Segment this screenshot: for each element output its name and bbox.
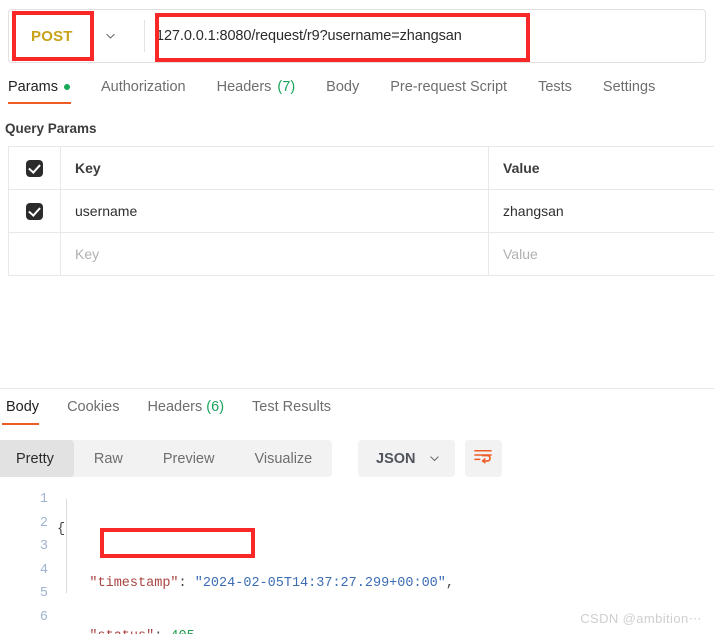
view-mode-raw[interactable]: Raw bbox=[74, 440, 143, 477]
param-value-input-empty[interactable]: Value bbox=[489, 233, 714, 275]
tab-headers-count: (7) bbox=[277, 79, 296, 95]
tab-settings-label: Settings bbox=[602, 79, 656, 95]
chevron-down-icon[interactable] bbox=[104, 30, 117, 43]
response-format-select[interactable]: JSON bbox=[358, 440, 455, 477]
param-key-input-empty[interactable]: Key bbox=[61, 233, 489, 275]
column-header-value: Value bbox=[503, 160, 540, 176]
json-value-timestamp: "2024-02-05T14:37:27.299+00:00" bbox=[194, 575, 446, 591]
json-key-timestamp: "timestamp" bbox=[89, 575, 179, 591]
tab-params-label: Params bbox=[8, 79, 58, 95]
view-mode-preview-label: Preview bbox=[162, 450, 215, 467]
code-content: { "timestamp": "2024-02-05T14:37:27.299+… bbox=[57, 488, 454, 634]
response-tab-bar: Body Cookies Headers (6) Test Results bbox=[0, 396, 345, 425]
comma: , bbox=[445, 575, 454, 591]
view-mode-pretty-label: Pretty bbox=[16, 450, 54, 467]
view-mode-raw-label: Raw bbox=[93, 450, 123, 467]
view-mode-visualize-label: Visualize bbox=[254, 450, 313, 467]
view-mode-visualize[interactable]: Visualize bbox=[234, 440, 332, 477]
tab-body-label: Body bbox=[326, 79, 360, 95]
query-params-table: Key Value username zhangsan Key Value bbox=[8, 146, 714, 276]
tab-response-cookies-label: Cookies bbox=[67, 399, 120, 415]
line-number: 1 bbox=[39, 492, 48, 507]
checkbox-checked-icon[interactable] bbox=[26, 202, 43, 220]
colon: : bbox=[178, 575, 195, 591]
chevron-down-icon[interactable] bbox=[428, 452, 441, 465]
wrap-text-icon bbox=[474, 448, 493, 469]
json-brace-open: { bbox=[57, 522, 66, 537]
param-key-input[interactable]: username bbox=[61, 190, 489, 232]
tab-headers[interactable]: Headers (7) bbox=[202, 75, 312, 104]
tab-test-results-label: Test Results bbox=[252, 399, 332, 415]
tab-tests-label: Tests bbox=[538, 79, 572, 95]
view-mode-pretty[interactable]: Pretty bbox=[0, 440, 74, 477]
tab-authorization-label: Authorization bbox=[100, 79, 186, 95]
select-all-checkbox-cell[interactable] bbox=[9, 147, 61, 189]
params-indicator-dot bbox=[63, 84, 70, 90]
column-header-key: Key bbox=[61, 147, 489, 189]
response-format-value: JSON bbox=[376, 450, 416, 467]
wrap-text-button[interactable] bbox=[465, 440, 502, 477]
tab-headers-label: Headers bbox=[216, 79, 272, 95]
tab-pre-request-script[interactable]: Pre-request Script bbox=[375, 75, 523, 104]
param-value-input[interactable]: zhangsan bbox=[489, 190, 714, 232]
postman-window: POST 127.0.0.1:8080/request/r9?username=… bbox=[0, 0, 714, 634]
tab-response-headers[interactable]: Headers (6) bbox=[133, 396, 238, 425]
line-number: 6 bbox=[39, 609, 48, 625]
url-input[interactable]: 127.0.0.1:8080/request/r9?username=zhang… bbox=[145, 10, 705, 62]
tab-response-body-label: Body bbox=[6, 399, 40, 415]
json-key-status: "status" bbox=[89, 629, 154, 634]
tab-authorization[interactable]: Authorization bbox=[86, 75, 202, 104]
tab-body[interactable]: Body bbox=[311, 75, 375, 104]
watermark-text: CSDN @ambition⋯ bbox=[580, 611, 702, 626]
row-checkbox-cell[interactable] bbox=[9, 190, 61, 232]
view-mode-preview[interactable]: Preview bbox=[143, 440, 235, 477]
tab-settings[interactable]: Settings bbox=[588, 75, 671, 104]
query-params-title: Query Params bbox=[5, 121, 97, 136]
code-line-3: "status": 405, bbox=[57, 625, 454, 634]
row-checkbox-cell-empty[interactable] bbox=[9, 233, 61, 275]
line-number: 5 bbox=[39, 586, 48, 601]
table-row: username zhangsan bbox=[9, 190, 714, 233]
line-number: 2 bbox=[39, 515, 48, 531]
tab-tests[interactable]: Tests bbox=[523, 75, 588, 104]
json-value-status: 405 bbox=[170, 629, 194, 634]
response-view-mode-group: Pretty Raw Preview Visualize bbox=[0, 440, 333, 477]
code-line-numbers: 1 2 3 4 5 6 bbox=[0, 488, 57, 634]
line-number: 3 bbox=[39, 539, 48, 554]
http-method-selector[interactable]: POST bbox=[9, 10, 144, 62]
table-row-empty: Key Value bbox=[9, 233, 714, 276]
http-method-label: POST bbox=[31, 27, 73, 45]
tab-pre-request-script-label: Pre-request Script bbox=[390, 79, 508, 95]
checkbox-checked-icon[interactable] bbox=[26, 159, 43, 177]
tab-response-headers-label: Headers bbox=[147, 399, 203, 415]
colon: : bbox=[154, 629, 170, 634]
tab-params[interactable]: Params bbox=[4, 75, 86, 104]
table-header-row: Key Value bbox=[9, 147, 714, 190]
tab-test-results[interactable]: Test Results bbox=[238, 396, 345, 425]
tab-response-cookies[interactable]: Cookies bbox=[53, 396, 133, 425]
code-line-2: "timestamp": "2024-02-05T14:37:27.299+00… bbox=[57, 572, 454, 596]
code-line-1: { bbox=[57, 518, 454, 542]
tab-response-headers-count: (6) bbox=[206, 399, 225, 415]
request-url-bar: POST 127.0.0.1:8080/request/r9?username=… bbox=[8, 9, 706, 63]
section-divider bbox=[0, 388, 714, 389]
comma: , bbox=[195, 629, 203, 634]
line-number: 4 bbox=[39, 562, 48, 578]
tab-response-body[interactable]: Body bbox=[0, 396, 53, 425]
request-tab-bar: Params Authorization Headers (7) Body Pr… bbox=[4, 75, 710, 109]
